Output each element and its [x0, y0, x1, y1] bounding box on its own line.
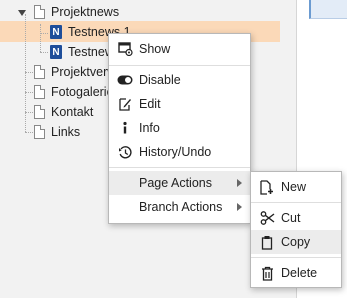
page-icon [34, 65, 45, 79]
trash-icon [259, 265, 275, 281]
menu-item-label: Delete [281, 266, 318, 280]
menu-item-disable[interactable]: Disable [109, 68, 250, 92]
menu-item-label: Cut [281, 211, 301, 225]
menu-item-edit[interactable]: Edit [109, 92, 250, 116]
tree-item-label: Kontakt [51, 105, 94, 119]
history-icon [117, 144, 133, 160]
info-icon [117, 120, 133, 136]
news-record-icon: N [50, 25, 62, 39]
menu-item-label: Copy [281, 235, 311, 249]
menu-item-label: Disable [139, 73, 181, 87]
tree-item-projektnews[interactable]: Projektnews [34, 2, 119, 22]
scissors-icon [259, 210, 275, 226]
menu-item-label: Branch Actions [139, 200, 223, 214]
menu-item-info[interactable]: Info [109, 116, 250, 140]
tree-guide-line [40, 24, 41, 52]
tree-guide-line [25, 92, 33, 93]
menu-item-page-actions[interactable]: Page Actions [109, 171, 250, 195]
menu-item-label: Page Actions [139, 176, 212, 190]
expand-toggle-icon[interactable] [18, 10, 26, 16]
tree-item-label: Projektnews [51, 5, 120, 19]
submenu-arrow-icon [237, 179, 242, 187]
tree-guide-line [25, 112, 33, 113]
tree-guide-line [25, 72, 33, 73]
submenu-item-copy[interactable]: Copy [251, 230, 341, 254]
page-actions-submenu: New Cut Copy Delete [250, 171, 342, 288]
submenu-arrow-icon [237, 203, 242, 211]
menu-item-label: Info [139, 121, 160, 135]
menu-separator [109, 167, 250, 168]
tree-item-kontakt[interactable]: Kontakt [34, 102, 93, 122]
menu-item-label: History/Undo [139, 145, 212, 159]
tree-item-links[interactable]: Links [34, 122, 80, 142]
submenu-item-new[interactable]: New [251, 175, 341, 199]
toggle-icon [117, 72, 133, 88]
menu-item-show[interactable]: Show [109, 37, 250, 61]
tree-item-label: Links [51, 125, 81, 139]
context-menu: Show Disable Edit Info History/Undo Page… [108, 33, 251, 224]
page-icon [34, 85, 45, 99]
submenu-item-cut[interactable]: Cut [251, 206, 341, 230]
page-icon [34, 125, 45, 139]
tree-guide-line [25, 14, 26, 132]
menu-item-history-undo[interactable]: History/Undo [109, 140, 250, 164]
new-page-icon [259, 179, 275, 195]
copy-icon [259, 234, 275, 250]
menu-separator [251, 202, 341, 203]
tree-item-fotogalerie[interactable]: Fotogalerie [34, 82, 114, 102]
content-header-strip [309, 0, 347, 19]
menu-separator [109, 65, 250, 66]
page-icon [34, 105, 45, 119]
tree-guide-line [40, 52, 48, 53]
edit-icon [117, 96, 133, 112]
page-icon [34, 5, 45, 19]
tree-guide-line [25, 132, 33, 133]
menu-item-label: Edit [139, 97, 161, 111]
menu-item-label: Show [139, 42, 171, 56]
submenu-item-delete[interactable]: Delete [251, 261, 341, 285]
menu-item-branch-actions[interactable]: Branch Actions [109, 195, 250, 219]
tree-item-label: Fotogalerie [51, 85, 114, 99]
news-record-icon: N [50, 45, 62, 59]
show-icon [117, 41, 133, 57]
menu-item-label: New [281, 180, 307, 194]
menu-separator [251, 257, 341, 258]
tree-guide-line [40, 33, 48, 34]
